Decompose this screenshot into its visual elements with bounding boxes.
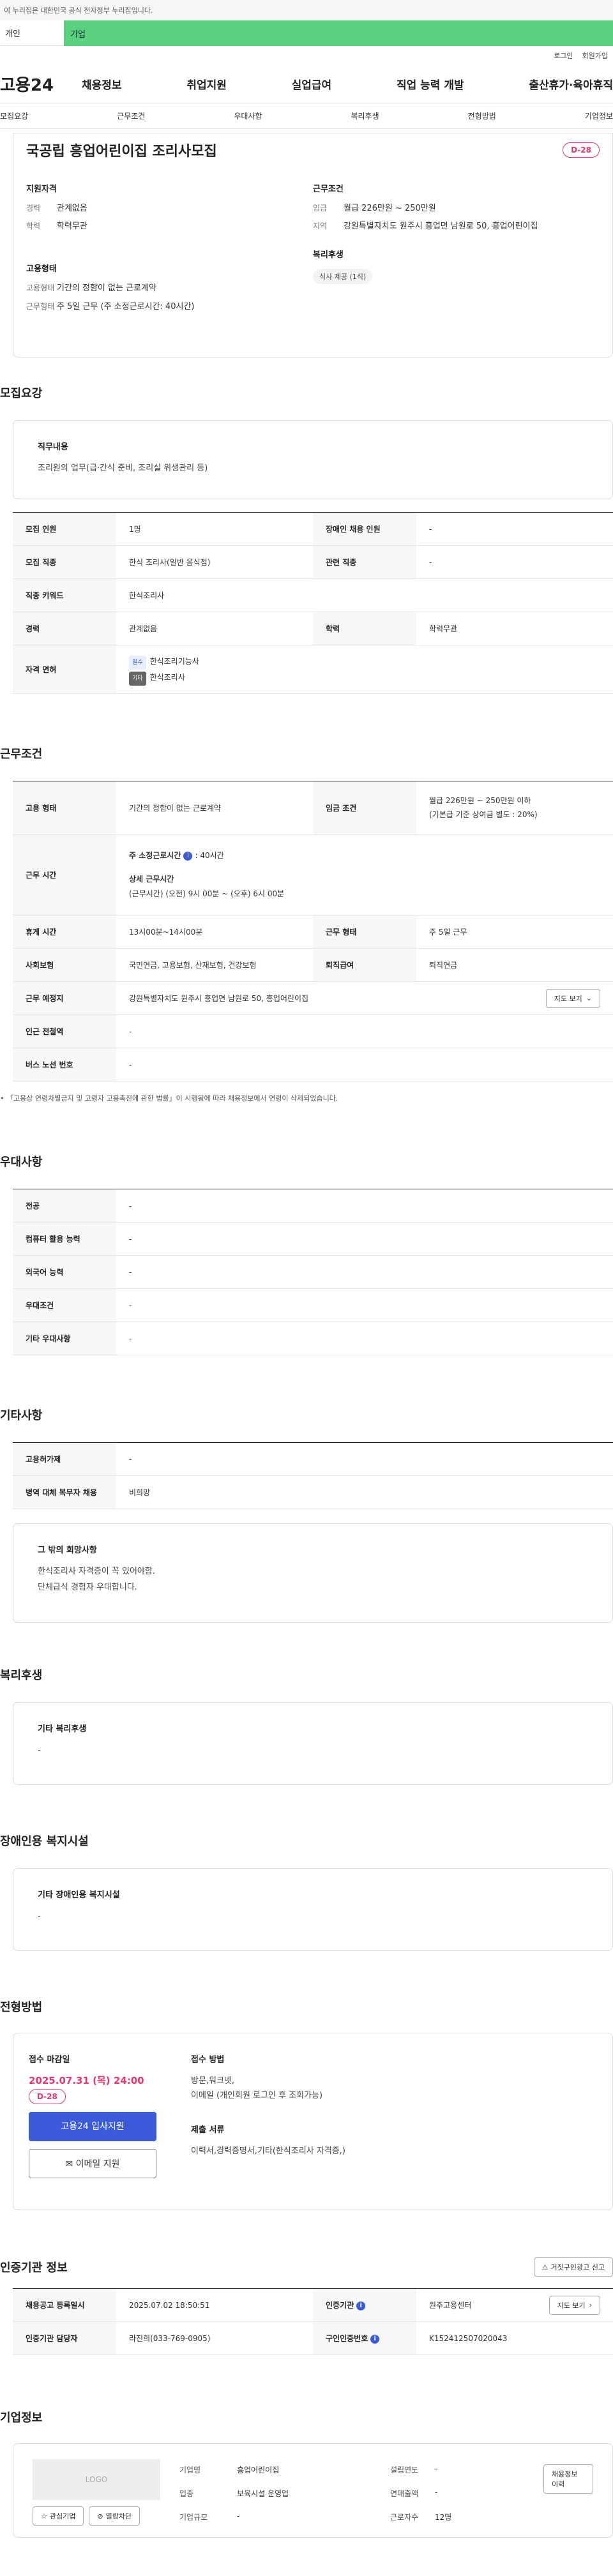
table-row: 사회보험 국민연금, 고용보험, 산재보험, 건강보험 퇴직급여 퇴직연금	[13, 948, 613, 982]
tab-company[interactable]: 기업	[64, 20, 613, 46]
cert-table: 채용공고 등록일시 2025.07.02 18:50:51 인증기관 i 원주고용센…	[13, 2288, 613, 2355]
age-note: • 「고용상 연령차별금지 및 고령자 고용촉진에 관한 법률」이 시행됨에 따…	[0, 1094, 338, 1103]
email-apply-button[interactable]: ✉ 이메일 지원	[29, 2149, 156, 2178]
mail-icon: ✉	[65, 2159, 73, 2169]
table-row: 인증기관 담당자 라진희(033-769-0905) 구인인증번호 i K15241…	[13, 2321, 613, 2355]
work-section-title: 근무조건	[0, 748, 43, 761]
table-row: 고용 형태 기간의 정함이 없는 근로계약 임금 조건 월급 226만원 ~ 25…	[13, 781, 613, 835]
table-row: 자격 면허 필수 한식조리기능사 기타 한식조리사	[13, 645, 613, 694]
gov-notice-text: 이 누리집은 대한민국 공식 전자정부 누리집입니다.	[4, 6, 153, 15]
menu-employment-support[interactable]: 취업지원	[186, 76, 227, 92]
company-section-title: 기업정보	[0, 2411, 43, 2425]
gov-notice-bar: 이 누리집은 대한민국 공식 전자정부 누리집입니다.	[0, 0, 613, 20]
company-logo: LOGO	[33, 2459, 160, 2500]
table-row: 직종 키워드 한식조리사	[13, 578, 613, 612]
anchor-recruit[interactable]: 모집요강	[0, 110, 28, 121]
apply-button[interactable]: 고용24 입사지원	[29, 2112, 156, 2141]
table-row: 기타 우대사항 -	[13, 1322, 613, 1355]
anchor-welfare[interactable]: 복리후생	[351, 110, 379, 121]
table-row: 병역 대체 복무자 채용 비희망	[13, 1475, 613, 1509]
utility-links: 로그인 회원가입	[0, 46, 613, 65]
login-link[interactable]: 로그인	[554, 50, 573, 61]
company-card: LOGO ☆ 관심기업 ⊘ 열람차단 기업명 흥업어린이집 설립연도 - 업종 보육시설 …	[13, 2443, 613, 2538]
cert-map-button[interactable]: 지도 보기 ›	[549, 2295, 600, 2315]
user-type-tabs: 개인 기업	[0, 20, 613, 46]
table-row: 전공 -	[13, 1189, 613, 1223]
report-button[interactable]: ⚠ 거짓구인광고 신고	[533, 2257, 613, 2277]
anchor-company[interactable]: 기업정보	[585, 110, 613, 121]
map-button[interactable]: 지도 보기 ⌄	[545, 988, 600, 1008]
table-row: 근무 시간 주 소정근로시간 i: 40시간 상세 근무시간 (근무시간) (오전…	[13, 834, 613, 915]
cert-section-title: 인증기관 정보	[0, 2261, 68, 2275]
etc-wish-box: 그 밖의 희망사항 한식조리사 자격증이 꼭 있어야함. 단체급식 경험자 우대…	[13, 1523, 613, 1623]
table-row: 컴퓨터 활용 능력 -	[13, 1222, 613, 1256]
recruit-table: 모집 인원 1명 장애인 채용 인원 - 모집 직종 한식 조리사(일반 음식점) 관…	[13, 512, 613, 694]
duty-box: 직무내용 조리원의 업무(급·간식 준비, 조리실 위생관리 등)	[13, 420, 613, 499]
table-row: 버스 노선 번호 -	[13, 1048, 613, 1081]
etc-table: 고용허가제 - 병역 대체 복무자 채용 비희망	[13, 1442, 613, 1509]
info-icon[interactable]: i	[183, 851, 193, 861]
anchor-work[interactable]: 근무조건	[117, 110, 145, 121]
table-row: 경력 관계없음 학력 학력무관	[13, 612, 613, 645]
table-row: 인근 전철역 -	[13, 1014, 613, 1048]
signup-link[interactable]: 회원가입	[582, 50, 608, 61]
info-icon[interactable]: i	[370, 2334, 380, 2344]
emp-title: 고용형태	[26, 264, 57, 275]
dday-badge: D-28	[29, 2089, 66, 2104]
deadline-text: 2025.07.31 (목) 24:00	[29, 2075, 144, 2086]
report-icon: ⚠	[541, 2263, 549, 2271]
block-view-button[interactable]: ⊘ 열람차단	[89, 2506, 140, 2526]
menu-jobs[interactable]: 채용정보	[82, 76, 122, 92]
tab-personal[interactable]: 개인	[0, 20, 64, 46]
menu-unemployment-benefit[interactable]: 실업급여	[292, 76, 332, 92]
job-title: 국공립 흥업어린이집 조리사모집	[26, 144, 217, 160]
table-row: 우대조건 -	[13, 1288, 613, 1322]
welfare-title: 복리후생	[313, 250, 344, 260]
welfare-section-title: 복리후생	[0, 1669, 43, 1682]
qual-title: 지원자격	[26, 185, 57, 194]
table-row: 고용허가제 -	[13, 1442, 613, 1476]
selection-section-title: 전형방법	[0, 2001, 43, 2014]
main-menu: 채용정보 취업지원 실업급여 직업 능력 개발 출산휴가·육아휴직	[82, 76, 613, 92]
block-icon: ⊘	[97, 2512, 103, 2520]
selection-card: 접수 마감일 2025.07.31 (목) 24:00 D-28 고용24 입사…	[13, 2033, 613, 2210]
cond-title: 근무조건	[313, 185, 344, 194]
disabled-section-title: 장애인용 복지시설	[0, 1835, 89, 1848]
job-summary-card: 국공립 흥업어린이집 조리사모집 D-28 지원자격 경력 관계없음 학력 학력무관…	[13, 133, 613, 358]
etc-section-title: 기타사항	[0, 1409, 43, 1422]
star-icon: ☆	[41, 2512, 47, 2520]
pref-section-title: 우대사항	[0, 1156, 43, 1169]
favorite-company-button[interactable]: ☆ 관심기업	[33, 2506, 84, 2526]
table-row: 근무 예정지 강원특별자치도 원주시 흥업면 남원로 50, 흥업어린이집 지도…	[13, 981, 613, 1015]
menu-vocational-training[interactable]: 직업 능력 개발	[397, 76, 464, 92]
chevron-down-icon: ⌄	[586, 994, 592, 1002]
welfare-box: 기타 복리후생 -	[13, 1702, 613, 1785]
global-nav: 고용24 채용정보 취업지원 실업급여 직업 능력 개발 출산휴가·육아휴직	[0, 65, 613, 103]
pref-table: 전공 - 컴퓨터 활용 능력 - 외국어 능력 - 우대조건 - 기타 우대사항 -	[13, 1189, 613, 1355]
anchor-selection[interactable]: 전형방법	[468, 110, 496, 121]
disabled-box: 기타 장애인용 복지시설 -	[13, 1868, 613, 1951]
recruit-section-title: 모집요강	[0, 387, 43, 400]
site-logo[interactable]: 고용24	[0, 72, 82, 96]
table-row: 채용공고 등록일시 2025.07.02 18:50:51 인증기관 i 원주고용센…	[13, 2288, 613, 2322]
menu-parental-leave[interactable]: 출산휴가·육아휴직	[529, 76, 613, 92]
welfare-chip: 식사 제공 (1식)	[313, 269, 373, 285]
anchor-tabs: 모집요강 근무조건 우대사항 복리후생 전형방법 기업정보	[0, 103, 613, 129]
info-icon[interactable]: i	[356, 2301, 366, 2310]
anchor-pref[interactable]: 우대사항	[234, 110, 262, 121]
dday-badge: D-28	[563, 142, 600, 158]
table-row: 모집 인원 1명 장애인 채용 인원 -	[13, 512, 613, 546]
work-table: 고용 형태 기간의 정함이 없는 근로계약 임금 조건 월급 226만원 ~ 25…	[13, 781, 613, 1081]
job-history-button[interactable]: 채용정보 이력	[543, 2464, 593, 2494]
chevron-right-icon: ›	[589, 2301, 592, 2309]
table-row: 모집 직종 한식 조리사(일반 음식점) 관련 직종 -	[13, 545, 613, 579]
table-row: 휴게 시간 13시00분~14시00분 근무 형태 주 5일 근무	[13, 915, 613, 949]
table-row: 외국어 능력 -	[13, 1255, 613, 1289]
